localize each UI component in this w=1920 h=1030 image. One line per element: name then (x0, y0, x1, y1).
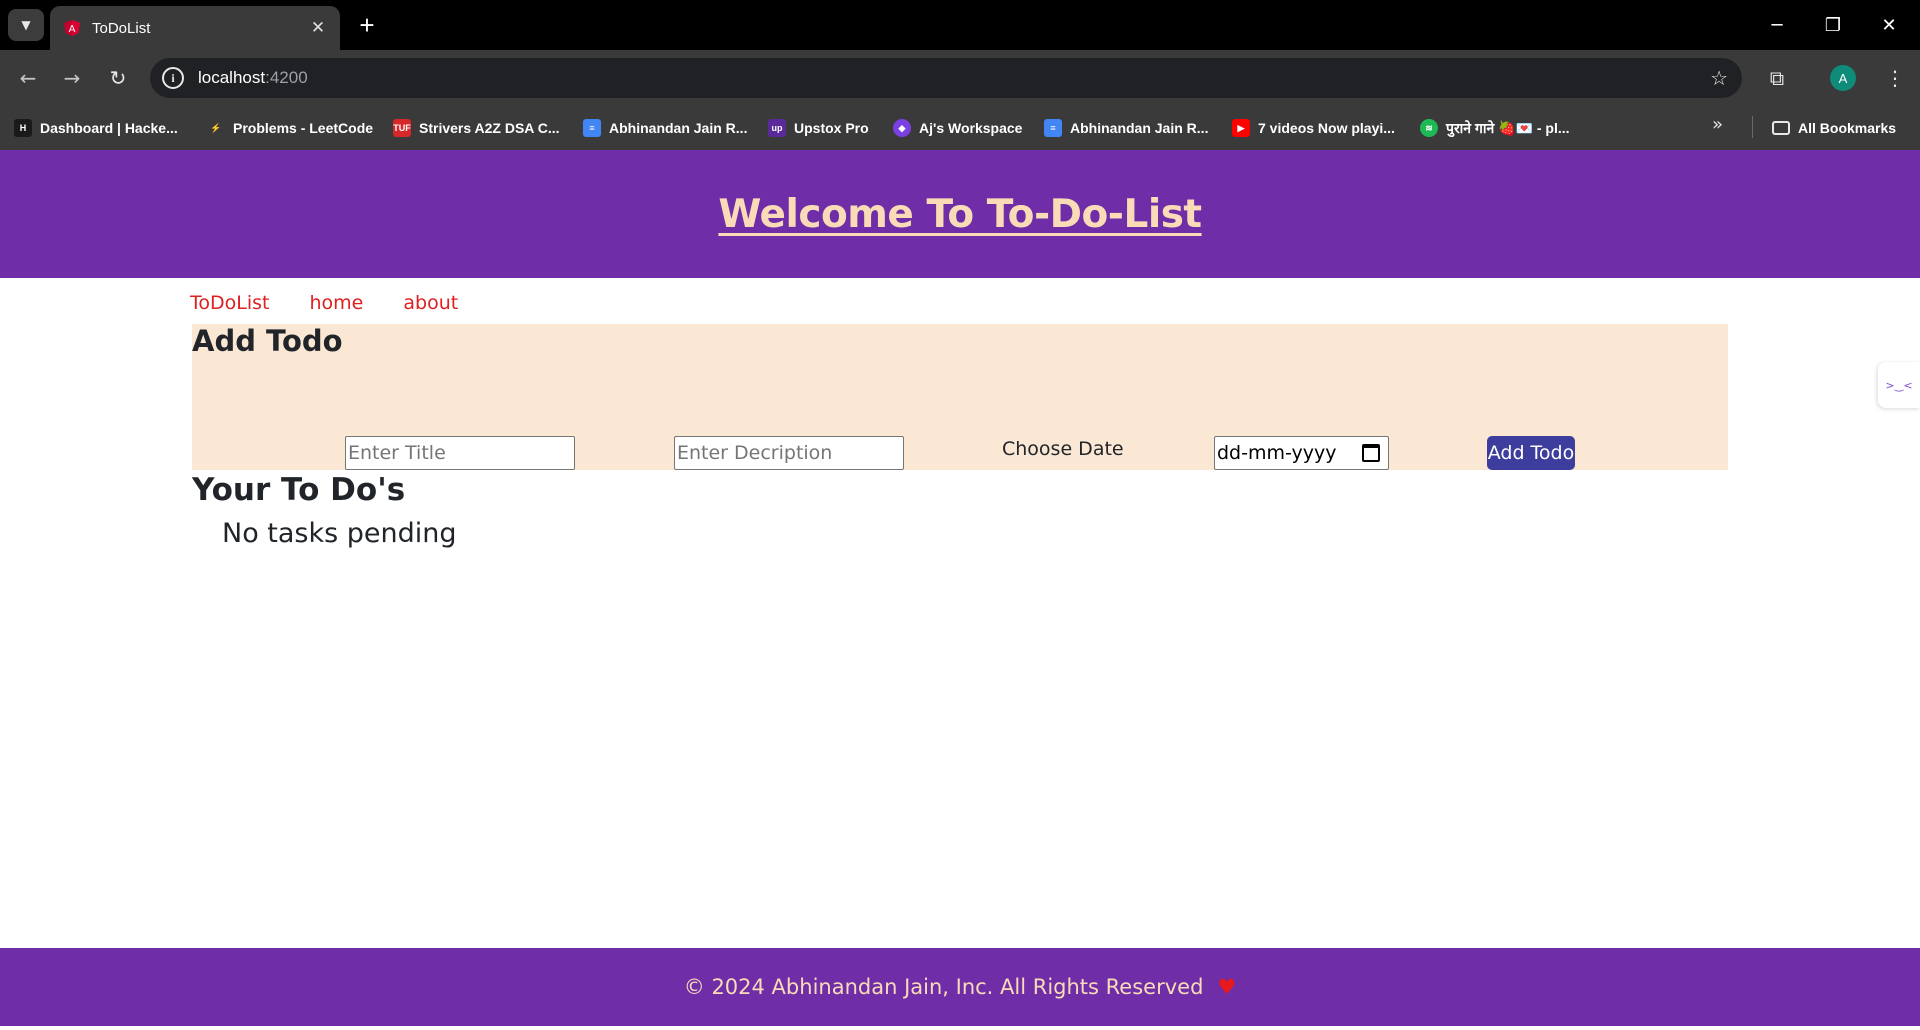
add-todo-section: Add Todo Enter Title Enter Decription Ch… (192, 324, 1728, 470)
extensions-icon[interactable]: ⧉ (1762, 63, 1792, 93)
bookmarks-divider (1752, 116, 1753, 138)
page-title[interactable]: Welcome To To-Do-List (718, 192, 1202, 237)
url-host: localhost (198, 68, 266, 87)
site-info-icon[interactable]: i (162, 67, 184, 89)
bookmark-item[interactable]: ⚡ Problems - LeetCode (207, 116, 373, 140)
tab-title: ToDoList (92, 19, 151, 37)
bookmark-item[interactable]: H Dashboard | Hacke... (14, 116, 178, 140)
bookmark-label: पुराने गाने 🍓💌 - pl... (1446, 119, 1570, 136)
bookmark-item[interactable]: ▶ 7 videos Now playi... (1232, 116, 1395, 140)
date-input[interactable]: dd-mm-yyyy (1214, 436, 1389, 470)
menu-kebab-icon[interactable]: ⋮ (1880, 63, 1910, 93)
profile-avatar[interactable]: A (1830, 65, 1856, 91)
upstox-icon: up (768, 119, 786, 137)
docs-icon: ≡ (1044, 119, 1062, 137)
bookmark-label: Abhinandan Jain R... (609, 120, 748, 136)
title-placeholder: Enter Title (348, 442, 446, 464)
browser-titlebar: ▼ A ToDoList ✕ + ─ ❐ ✕ (0, 0, 1920, 50)
all-bookmarks-label: All Bookmarks (1798, 120, 1897, 136)
chevron-double-right-icon[interactable]: » (1712, 114, 1723, 135)
bookmark-label: Problems - LeetCode (233, 120, 374, 136)
bookmark-item[interactable]: TUF Strivers A2Z DSA C... (393, 116, 560, 140)
app-footer: © 2024 Abhinandan Jain, Inc. All Rights … (0, 948, 1920, 1026)
url-port: :4200 (265, 68, 308, 87)
bookmark-label: Dashboard | Hacke... (40, 120, 178, 136)
angular-favicon-icon: A (62, 18, 82, 38)
restore-icon[interactable]: ❐ (1810, 6, 1856, 44)
bookmark-item[interactable]: ≡ Abhinandan Jain R... (1044, 116, 1208, 140)
bookmarks-bar: H Dashboard | Hacke... ⚡ Problems - LeetCod… (0, 106, 1920, 150)
your-todos-heading: Your To Do's (192, 472, 406, 508)
page-content: Welcome To To-Do-List ToDoList home abou… (0, 150, 1920, 1030)
tab-search-button[interactable]: ▼ (8, 9, 44, 41)
bookmark-item[interactable]: ≋ पुराने गाने 🍓💌 - pl... (1420, 116, 1570, 140)
leetcode-icon: ⚡ (207, 119, 225, 137)
calendar-icon[interactable] (1362, 444, 1380, 462)
hackerrank-icon: H (14, 119, 32, 137)
youtube-icon: ▶ (1232, 119, 1250, 137)
description-input[interactable]: Enter Decription (674, 436, 904, 470)
side-extension-widget[interactable]: >‿< (1878, 362, 1920, 408)
address-bar[interactable]: i localhost:4200 ☆ (150, 58, 1742, 98)
spotify-icon: ≋ (1420, 119, 1438, 137)
bookmark-label: Strivers A2Z DSA C... (419, 120, 560, 136)
heart-icon: ♥ (1217, 975, 1237, 999)
folder-icon (1772, 121, 1790, 135)
app-header: Welcome To To-Do-List (0, 150, 1920, 278)
description-placeholder: Enter Decription (677, 442, 833, 464)
new-tab-button[interactable]: + (352, 10, 382, 40)
nav-link-home[interactable]: home (309, 292, 363, 314)
footer-copyright: © 2024 Abhinandan Jain, Inc. All Rights … (683, 975, 1204, 999)
title-input[interactable]: Enter Title (345, 436, 575, 470)
bookmark-label: Abhinandan Jain R... (1070, 120, 1209, 136)
bookmark-label: Aj's Workspace (919, 120, 1023, 136)
workspace-icon: ◆ (893, 119, 911, 137)
all-bookmarks[interactable]: All Bookmarks (1772, 116, 1896, 140)
nav-link-todolist[interactable]: ToDoList (190, 292, 269, 314)
browser-tab-active[interactable]: A ToDoList ✕ (50, 6, 340, 50)
browser-toolbar: ← → ↻ i localhost:4200 ☆ ⧉ ⋮ (0, 50, 1920, 106)
add-todo-heading: Add Todo (192, 324, 343, 358)
assistant-icon: >‿< (1885, 378, 1913, 392)
window-close-icon[interactable]: ✕ (1866, 6, 1912, 44)
reload-icon[interactable]: ↻ (100, 60, 136, 96)
bookmark-label: Upstox Pro (794, 120, 869, 136)
close-icon[interactable]: ✕ (306, 16, 330, 40)
date-placeholder: dd-mm-yyyy (1217, 442, 1337, 464)
nav-link-about[interactable]: about (403, 292, 458, 314)
bookmark-label: 7 videos Now playi... (1258, 120, 1395, 136)
empty-state-message: No tasks pending (222, 518, 457, 549)
url-text[interactable]: localhost:4200 (198, 68, 308, 88)
bookmark-star-icon[interactable]: ☆ (1710, 66, 1728, 90)
back-arrow-icon[interactable]: ← (10, 60, 46, 96)
svg-text:A: A (69, 24, 76, 35)
minimize-icon[interactable]: ─ (1754, 6, 1800, 44)
chevron-down-icon: ▼ (21, 18, 31, 32)
bookmark-item[interactable]: ◆ Aj's Workspace (893, 116, 1022, 140)
bookmark-item[interactable]: ≡ Abhinandan Jain R... (583, 116, 747, 140)
add-todo-button[interactable]: Add Todo (1487, 436, 1575, 470)
docs-icon: ≡ (583, 119, 601, 137)
tuf-icon: TUF (393, 119, 411, 137)
forward-arrow-icon[interactable]: → (54, 60, 90, 96)
bookmark-item[interactable]: up Upstox Pro (768, 116, 869, 140)
choose-date-label: Choose Date (1002, 438, 1124, 460)
top-nav: ToDoList home about (190, 292, 458, 314)
